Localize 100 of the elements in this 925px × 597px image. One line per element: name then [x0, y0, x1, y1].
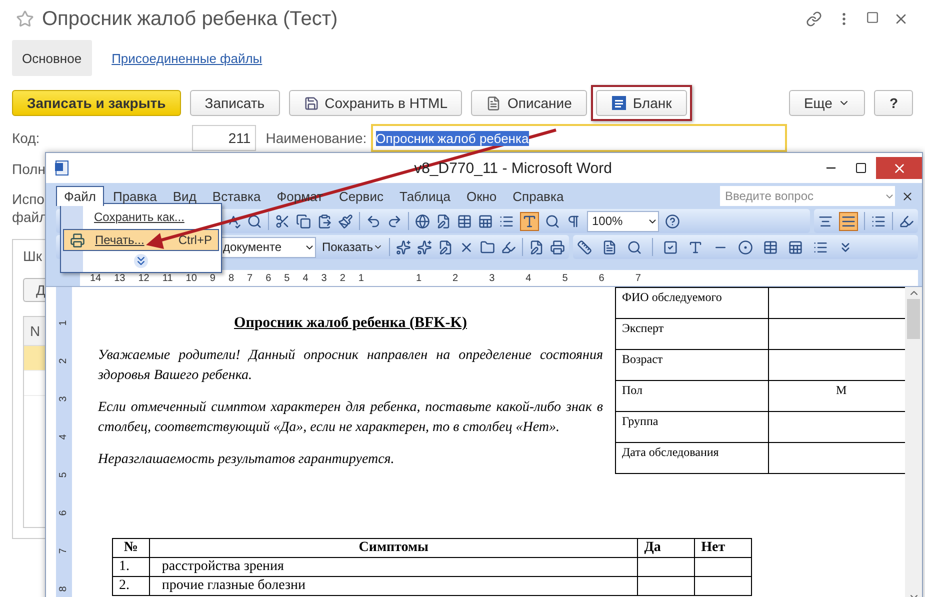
- ruler-number: 10: [186, 272, 197, 284]
- maximize-icon[interactable]: [866, 11, 879, 24]
- menu-item[interactable]: Сервис: [332, 186, 390, 206]
- help-icon[interactable]: [665, 214, 680, 228]
- menu-item[interactable]: Правка: [106, 186, 164, 206]
- panel-button[interactable]: Д: [23, 278, 46, 302]
- globe-icon[interactable]: [415, 214, 430, 228]
- format-toggle[interactable]: [520, 212, 539, 230]
- paste-icon[interactable]: [317, 214, 332, 228]
- tab[interactable]: Основное: [12, 40, 92, 76]
- pilcrow-icon[interactable]: [566, 214, 581, 228]
- ruler-icon[interactable]: [577, 240, 592, 254]
- scissors-icon[interactable]: [275, 214, 290, 228]
- sparkle-icon[interactable]: [396, 240, 412, 254]
- ruler-number: 6: [598, 272, 604, 284]
- table-cell: Дата обследования: [616, 442, 768, 474]
- table-cell: Группа: [616, 412, 768, 442]
- tab-label[interactable]: Шк: [23, 248, 45, 264]
- edit-icon[interactable]: [529, 240, 544, 254]
- document-icon: [54, 160, 70, 176]
- justify-toggle[interactable]: [839, 212, 858, 230]
- help-button[interactable]: ?: [874, 90, 913, 116]
- table-icon[interactable]: [457, 214, 472, 228]
- edit-icon[interactable]: [438, 240, 454, 254]
- edit-icon[interactable]: [436, 214, 451, 228]
- text-field-icon[interactable]: [688, 240, 704, 254]
- toolbar-button[interactable]: Записать и закрыть: [12, 90, 181, 116]
- tab-link[interactable]: Присоединенные файлы: [102, 40, 272, 76]
- paragraph: Неразглашаемость результатов гарантируется.: [98, 451, 396, 469]
- ruler-number: 3: [321, 272, 327, 284]
- highlighter-icon[interactable]: [501, 240, 516, 254]
- spreadsheet-icon[interactable]: [788, 240, 804, 254]
- question-field[interactable]: Введите вопрос: [720, 186, 895, 206]
- ruler-number: 2: [340, 272, 346, 284]
- redo-icon[interactable]: [387, 214, 402, 228]
- ruler-number: 8: [228, 272, 234, 284]
- checkbox-icon[interactable]: [663, 240, 678, 254]
- ruler-number: 1: [358, 272, 364, 284]
- menu-item[interactable]: Окно: [459, 186, 504, 206]
- brush-icon[interactable]: [338, 214, 353, 228]
- more-button[interactable]: Еще: [788, 90, 866, 116]
- table-cell: 2.: [112, 576, 150, 596]
- ruler-number: 3: [58, 396, 70, 402]
- field-label: Код:: [12, 130, 40, 146]
- ruler-number: 5: [562, 272, 568, 284]
- folder-icon[interactable]: [480, 240, 496, 254]
- link-icon[interactable]: [806, 11, 822, 27]
- highlighter-icon[interactable]: [899, 214, 914, 228]
- close-button[interactable]: [876, 157, 922, 179]
- list-icon[interactable]: [813, 240, 828, 254]
- ruler-number: 4: [302, 272, 308, 284]
- zoom-icon[interactable]: [545, 214, 560, 228]
- spellcheck-icon[interactable]: [226, 214, 241, 228]
- ruler-number: 3: [489, 272, 495, 284]
- table-cell: 1.: [112, 558, 150, 576]
- sparkle-icon[interactable]: [417, 240, 432, 254]
- copy-icon[interactable]: [296, 214, 311, 228]
- window-title: v8_D770_11 - Microsoft Word: [413, 160, 613, 176]
- ruler-number: 4: [58, 434, 70, 440]
- toolbar-button[interactable]: Бланк: [596, 90, 687, 116]
- toolbar-button[interactable]: Сохранить в HTML: [288, 90, 462, 116]
- paragraph: Уважаемые родители! Данный опросник направлен на определение состояния здоровья Вашего ребенка.: [98, 347, 603, 385]
- menu-item[interactable]: Файл: [56, 186, 104, 206]
- search-icon[interactable]: [627, 240, 642, 254]
- star-icon[interactable]: [16, 10, 34, 28]
- code-field[interactable]: 211: [192, 125, 256, 151]
- ruler-number: 6: [58, 510, 70, 516]
- ruler-number: 2: [58, 358, 70, 364]
- scroll-thumb[interactable]: [907, 299, 920, 339]
- radio-icon[interactable]: [738, 240, 754, 254]
- column-header: N: [24, 317, 45, 346]
- document-title: Опросник жалоб ребенка (BFK-K): [233, 315, 468, 332]
- table-cell: [694, 558, 752, 576]
- ruler-number: 7: [58, 548, 70, 554]
- menu-item[interactable]: Вставка: [205, 186, 268, 206]
- document-icon[interactable]: [602, 240, 618, 254]
- menu-item[interactable]: Справка: [506, 186, 571, 206]
- show-button[interactable]: Показать: [322, 240, 384, 254]
- table-cell: ФИО обследуемого: [616, 288, 768, 318]
- field-label: Полн: [12, 161, 46, 177]
- zoom-combo[interactable]: 100%: [587, 210, 659, 232]
- columns-icon[interactable]: [499, 214, 514, 228]
- search-icon[interactable]: [247, 214, 262, 228]
- menu-item[interactable]: Таблица: [392, 186, 458, 206]
- ruler-number: 11: [162, 272, 173, 284]
- toolbar-button[interactable]: Записать: [190, 90, 280, 116]
- menu-item[interactable]: Сохранить как...: [63, 207, 219, 227]
- list-icon[interactable]: [871, 214, 886, 228]
- undo-icon[interactable]: [366, 214, 381, 228]
- menu-item[interactable]: Вид: [166, 186, 204, 206]
- toolbar-button[interactable]: Описание: [471, 90, 587, 116]
- spreadsheet-icon[interactable]: [478, 214, 493, 228]
- close-icon[interactable]: [901, 190, 914, 202]
- ruler-number: 2: [452, 272, 458, 284]
- align-center-icon[interactable]: [818, 214, 833, 228]
- menu-item[interactable]: Печать... Ctrl+P: [63, 229, 219, 251]
- ruler-number: 1: [416, 272, 422, 284]
- table-icon[interactable]: [763, 240, 778, 254]
- expand-icon[interactable]: [134, 254, 148, 268]
- scrollbar[interactable]: [905, 287, 922, 597]
